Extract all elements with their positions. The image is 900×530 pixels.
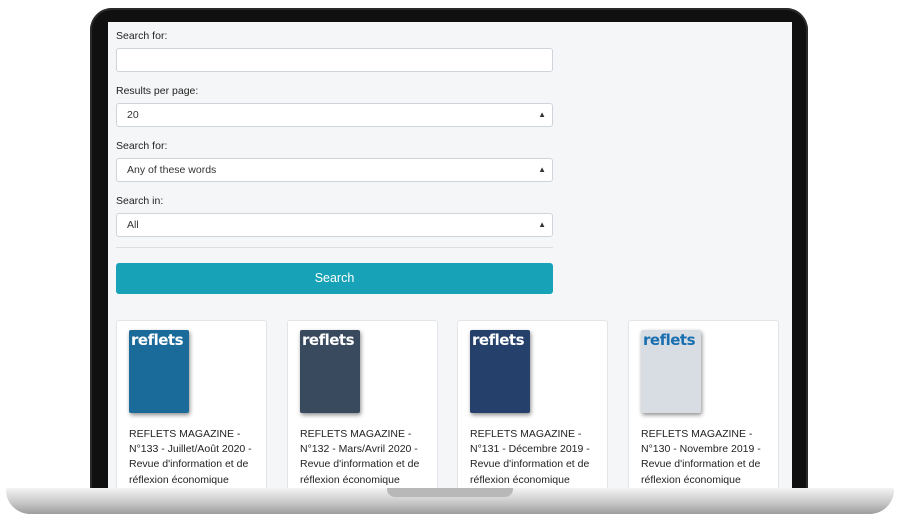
cover-logo: reflets — [472, 331, 525, 349]
result-title[interactable]: REFLETS MAGAZINE - N°132 - Mars/Avril 20… — [300, 427, 432, 488]
select-arrows-icon: ▲︎ — [538, 220, 546, 229]
match-mode-label: Search for: — [116, 140, 168, 152]
result-card[interactable]: reflets REFLETS MAGAZINE - N°132 - Mars/A… — [287, 320, 438, 490]
result-card[interactable]: reflets REFLETS MAGAZINE - N°131 - Décemb… — [457, 320, 608, 490]
cover-logo: reflets — [302, 331, 355, 349]
result-title[interactable]: REFLETS MAGAZINE - N°130 - Novembre 2019… — [641, 427, 773, 488]
results-per-page-select[interactable]: 20 ▲︎ — [116, 103, 553, 127]
match-mode-select[interactable]: Any of these words ▲︎ — [116, 158, 553, 182]
magazine-cover-image[interactable]: reflets — [129, 330, 189, 413]
result-title[interactable]: REFLETS MAGAZINE - N°131 - Décembre 2019… — [470, 427, 602, 488]
results-per-page-value: 20 — [127, 109, 139, 121]
search-in-value: All — [127, 219, 139, 231]
laptop-notch — [387, 488, 513, 497]
search-for-label: Search for: — [116, 30, 168, 42]
result-card[interactable]: reflets REFLETS MAGAZINE - N°133 - Juille… — [116, 320, 267, 490]
results-per-page-label: Results per page: — [116, 85, 199, 97]
magazine-cover-image[interactable]: reflets — [641, 330, 701, 413]
cover-logo: reflets — [131, 331, 184, 349]
cover-logo: reflets — [643, 331, 696, 349]
form-divider — [116, 247, 553, 248]
result-card[interactable]: reflets REFLETS MAGAZINE - N°130 - Novemb… — [628, 320, 779, 490]
select-arrows-icon: ▲︎ — [538, 165, 546, 174]
select-arrows-icon: ▲︎ — [538, 110, 546, 119]
result-title[interactable]: REFLETS MAGAZINE - N°133 - Juillet/Août … — [129, 427, 261, 488]
search-in-label: Search in: — [116, 195, 164, 207]
browser-viewport: Search for: Results per page: 20 ▲︎ Sear… — [108, 22, 792, 490]
magazine-cover-image[interactable]: reflets — [300, 330, 360, 413]
search-in-select[interactable]: All ▲︎ — [116, 213, 553, 237]
match-mode-value: Any of these words — [127, 164, 217, 176]
search-button[interactable]: Search — [116, 263, 553, 294]
magazine-cover-image[interactable]: reflets — [470, 330, 530, 413]
search-input[interactable] — [116, 48, 553, 72]
